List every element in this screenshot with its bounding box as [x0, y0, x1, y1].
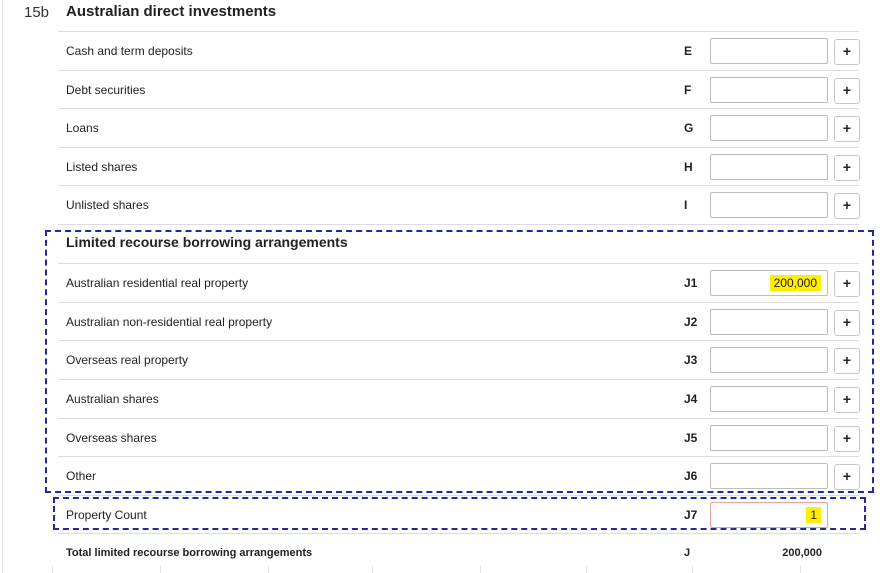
amount-input-g[interactable] — [710, 115, 828, 141]
row-label: Debt securities — [66, 83, 146, 97]
amount-input-e[interactable] — [710, 38, 828, 64]
lrba-dashed-outline — [45, 230, 874, 493]
amount-input-h[interactable] — [710, 154, 828, 180]
row-code: G — [684, 121, 694, 135]
section-title: Australian direct investments — [66, 3, 277, 20]
row-label: Listed shares — [66, 160, 138, 174]
add-button[interactable]: + — [834, 193, 860, 219]
section-number: 15b — [24, 4, 50, 21]
bottom-ticks — [52, 566, 852, 573]
amount-input-i[interactable] — [710, 192, 828, 218]
row-code: F — [684, 83, 692, 97]
row-code: I — [684, 198, 688, 212]
row-debt-securities: Debt securities F + — [58, 70, 860, 108]
row-cash-term-deposits: Cash and term deposits E + — [58, 31, 860, 69]
add-button[interactable]: + — [834, 116, 860, 142]
row-label: Loans — [66, 121, 99, 135]
add-button[interactable]: + — [834, 78, 860, 104]
row-code: E — [684, 44, 693, 58]
row-label: Cash and term deposits — [66, 44, 193, 58]
property-count-dashed-outline — [53, 497, 866, 530]
row-label: Unlisted shares — [66, 198, 149, 212]
left-rule — [2, 0, 3, 573]
row-code: H — [684, 160, 693, 174]
add-button[interactable]: + — [834, 155, 860, 181]
add-button[interactable]: + — [834, 39, 860, 65]
row-listed-shares: Listed shares H + — [58, 147, 860, 185]
row-unlisted-shares: Unlisted shares I + — [58, 185, 860, 223]
amount-input-f[interactable] — [710, 77, 828, 103]
row-loans: Loans G + — [58, 108, 860, 146]
